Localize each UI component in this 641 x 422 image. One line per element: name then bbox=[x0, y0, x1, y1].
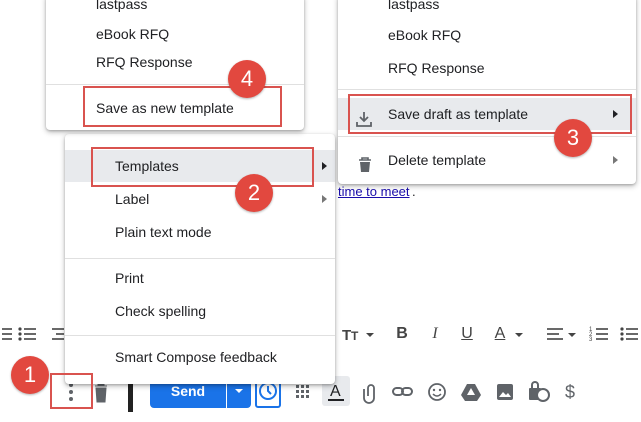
menu-item-delete-template[interactable]: Delete template bbox=[338, 144, 636, 176]
text-color-button[interactable]: A bbox=[490, 320, 510, 348]
menu-item-label: lastpass bbox=[96, 0, 148, 12]
menu-item-label: lastpass bbox=[388, 0, 440, 12]
template-item-ebook-rfq[interactable]: eBook RFQ bbox=[338, 19, 636, 51]
underline-button[interactable]: U bbox=[458, 320, 476, 348]
drive-icon[interactable] bbox=[458, 374, 484, 410]
templates-submenu: lastpass eBook RFQ RFQ Response Save dra… bbox=[338, 0, 636, 184]
menu-divider bbox=[46, 84, 304, 85]
bold-button[interactable]: B bbox=[392, 320, 412, 348]
menu-item-print[interactable]: Print bbox=[65, 262, 335, 294]
template-item-lastpass[interactable]: lastpass bbox=[338, 0, 636, 20]
bulleted-list-icon[interactable] bbox=[0, 320, 14, 348]
menu-item-label: Plain text mode bbox=[115, 224, 212, 240]
highlight-more-options bbox=[50, 373, 93, 409]
menu-item-label: eBook RFQ bbox=[388, 27, 462, 43]
link-icon[interactable] bbox=[390, 374, 416, 410]
attach-icon[interactable] bbox=[360, 374, 382, 410]
body-link-period: . bbox=[412, 184, 416, 199]
menu-item-label-text: Label bbox=[115, 191, 150, 207]
list-icon[interactable] bbox=[16, 320, 38, 348]
svg-text:T: T bbox=[351, 329, 359, 343]
step-badge-4: 4 bbox=[228, 60, 266, 98]
highlight-templates bbox=[91, 147, 314, 187]
menu-item-label: Smart Compose feedback bbox=[115, 349, 277, 365]
menu-item-plain-text-mode[interactable]: Plain text mode bbox=[65, 216, 335, 248]
menu-item-label: Delete template bbox=[388, 152, 487, 168]
dollar-icon[interactable]: $ bbox=[558, 374, 582, 410]
submenu-arrow-icon bbox=[613, 156, 618, 164]
submenu-arrow-icon bbox=[322, 195, 327, 203]
menu-item-label[interactable]: Label bbox=[65, 183, 335, 215]
photo-icon[interactable] bbox=[492, 374, 518, 410]
italic-button[interactable]: I bbox=[426, 320, 444, 348]
bulleted-list-right-icon[interactable] bbox=[618, 320, 640, 348]
template-item-lastpass[interactable]: lastpass bbox=[46, 0, 304, 20]
menu-item-label: RFQ Response bbox=[96, 54, 193, 70]
step-badge-3: 3 bbox=[554, 119, 592, 157]
numbered-list-icon[interactable]: 123 bbox=[588, 320, 610, 348]
trash-icon bbox=[358, 152, 372, 184]
text-size-icon[interactable]: TT bbox=[340, 320, 376, 348]
step-badge-2: 2 bbox=[235, 174, 273, 212]
confidential-mode-icon[interactable] bbox=[524, 374, 552, 410]
menu-divider bbox=[65, 258, 335, 259]
template-item-rfq-response[interactable]: RFQ Response bbox=[338, 52, 636, 84]
indent-icon[interactable] bbox=[48, 320, 64, 348]
submenu-arrow-icon bbox=[322, 162, 327, 170]
text-color-dropdown-icon[interactable] bbox=[512, 320, 526, 348]
menu-divider bbox=[65, 335, 335, 336]
menu-item-label: Print bbox=[115, 270, 144, 286]
align-icon[interactable] bbox=[544, 320, 578, 348]
svg-text:3: 3 bbox=[589, 337, 593, 343]
menu-item-label: Check spelling bbox=[115, 303, 207, 319]
emoji-icon[interactable] bbox=[424, 374, 450, 410]
svg-text:A: A bbox=[330, 383, 341, 400]
menu-item-check-spelling[interactable]: Check spelling bbox=[65, 295, 335, 327]
menu-item-smart-compose-feedback[interactable]: Smart Compose feedback bbox=[65, 341, 335, 373]
step-badge-1: 1 bbox=[11, 356, 49, 394]
svg-text:T: T bbox=[342, 327, 351, 344]
body-link-text[interactable]: time to meet bbox=[338, 184, 410, 199]
menu-item-label: RFQ Response bbox=[388, 60, 485, 76]
menu-divider bbox=[338, 89, 636, 90]
